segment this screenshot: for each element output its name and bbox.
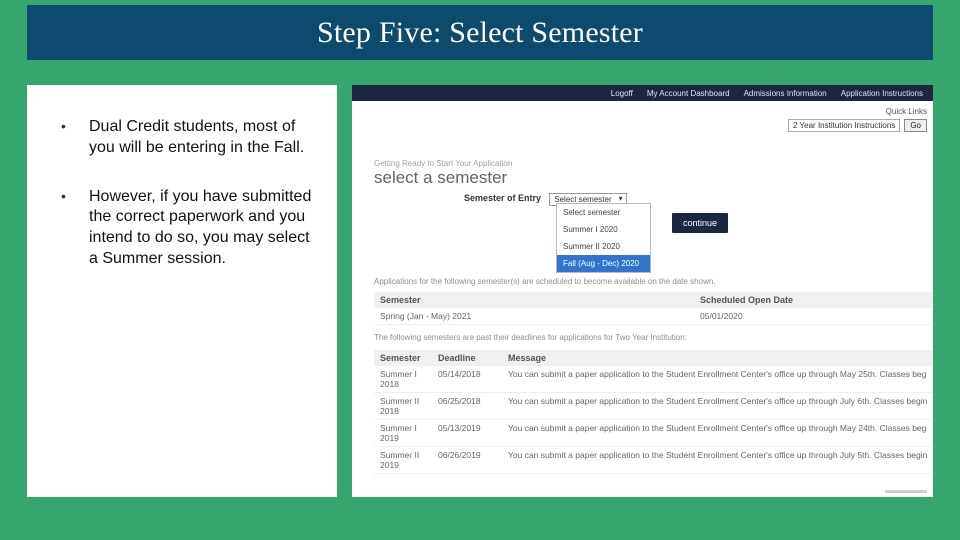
bullet-item: Dual Credit students, most of you will b… <box>61 117 317 159</box>
cell-message: You can submit a paper application to th… <box>508 423 927 433</box>
semester-label: Semester of Entry <box>464 193 541 203</box>
col-semester: Semester <box>380 295 700 305</box>
quick-links-label: Quick Links <box>788 107 927 116</box>
past-semesters-info: The following semesters are past their d… <box>374 333 927 342</box>
slide-title-band: Step Five: Select Semester <box>27 5 933 60</box>
table-row: Summer II 2018 06/25/2018 You can submit… <box>374 393 933 420</box>
slide-title: Step Five: Select Semester <box>317 16 643 50</box>
col-semester: Semester <box>380 353 438 363</box>
table-row: Summer I 2019 05/13/2019 You can submit … <box>374 420 933 447</box>
col-deadline: Deadline <box>438 353 508 363</box>
nav-dashboard[interactable]: My Account Dashboard <box>647 89 730 98</box>
table-header: Semester Deadline Message <box>374 350 933 366</box>
dropdown-option[interactable]: Summer I 2020 <box>557 221 650 238</box>
page-kicker: Getting Ready to Start Your Application <box>374 159 512 168</box>
col-message: Message <box>508 353 927 363</box>
cell-semester: Summer II 2018 <box>380 396 438 416</box>
bullet-item: However, if you have submitted the corre… <box>61 187 317 270</box>
future-semesters-table: Semester Scheduled Open Date Spring (Jan… <box>374 292 933 325</box>
quick-links: Quick Links 2 Year Institution Instructi… <box>788 107 927 132</box>
app-top-nav: Logoff My Account Dashboard Admissions I… <box>352 85 933 101</box>
continue-button[interactable]: continue <box>672 213 728 233</box>
cell-message: You can submit a paper application to th… <box>508 450 927 460</box>
future-semesters-info: Applications for the following semester(… <box>374 277 927 286</box>
nav-admissions[interactable]: Admissions Information <box>744 89 827 98</box>
page-heading: Getting Ready to Start Your Application … <box>374 159 512 188</box>
cell-semester: Summer I 2018 <box>380 369 438 389</box>
table-row: Summer I 2018 05/14/2018 You can submit … <box>374 366 933 393</box>
col-open-date: Scheduled Open Date <box>700 295 927 305</box>
cell-message: You can submit a paper application to th… <box>508 369 927 379</box>
table-header: Semester Scheduled Open Date <box>374 292 933 308</box>
table-row: Spring (Jan - May) 2021 05/01/2020 <box>374 308 933 325</box>
cell-semester: Summer I 2019 <box>380 423 438 443</box>
nav-instructions[interactable]: Application Instructions <box>841 89 923 98</box>
horizontal-scrollbar[interactable] <box>885 490 927 493</box>
cell-semester: Spring (Jan - May) 2021 <box>380 311 700 321</box>
instruction-card: Dual Credit students, most of you will b… <box>27 85 337 497</box>
dropdown-option[interactable]: Select semester <box>557 204 650 221</box>
cell-deadline: 06/25/2018 <box>438 396 508 406</box>
page-title: select a semester <box>374 168 512 188</box>
dropdown-option-selected[interactable]: Fall (Aug - Dec) 2020 <box>557 255 650 272</box>
semester-dropdown[interactable]: Select semester Summer I 2020 Summer II … <box>556 203 651 273</box>
cell-message: You can submit a paper application to th… <box>508 396 927 406</box>
cell-open-date: 05/01/2020 <box>700 311 927 321</box>
quick-links-go-button[interactable]: Go <box>904 119 927 132</box>
dropdown-option[interactable]: Summer II 2020 <box>557 238 650 255</box>
application-screenshot: Logoff My Account Dashboard Admissions I… <box>352 85 933 497</box>
cell-deadline: 05/13/2019 <box>438 423 508 433</box>
quick-links-select[interactable]: 2 Year Institution Instructions <box>788 119 900 132</box>
past-semesters-table: Semester Deadline Message Summer I 2018 … <box>374 350 933 474</box>
cell-deadline: 06/26/2019 <box>438 450 508 460</box>
cell-semester: Summer II 2019 <box>380 450 438 470</box>
nav-logoff[interactable]: Logoff <box>611 89 633 98</box>
cell-deadline: 05/14/2018 <box>438 369 508 379</box>
table-row: Summer II 2019 06/26/2019 You can submit… <box>374 447 933 474</box>
